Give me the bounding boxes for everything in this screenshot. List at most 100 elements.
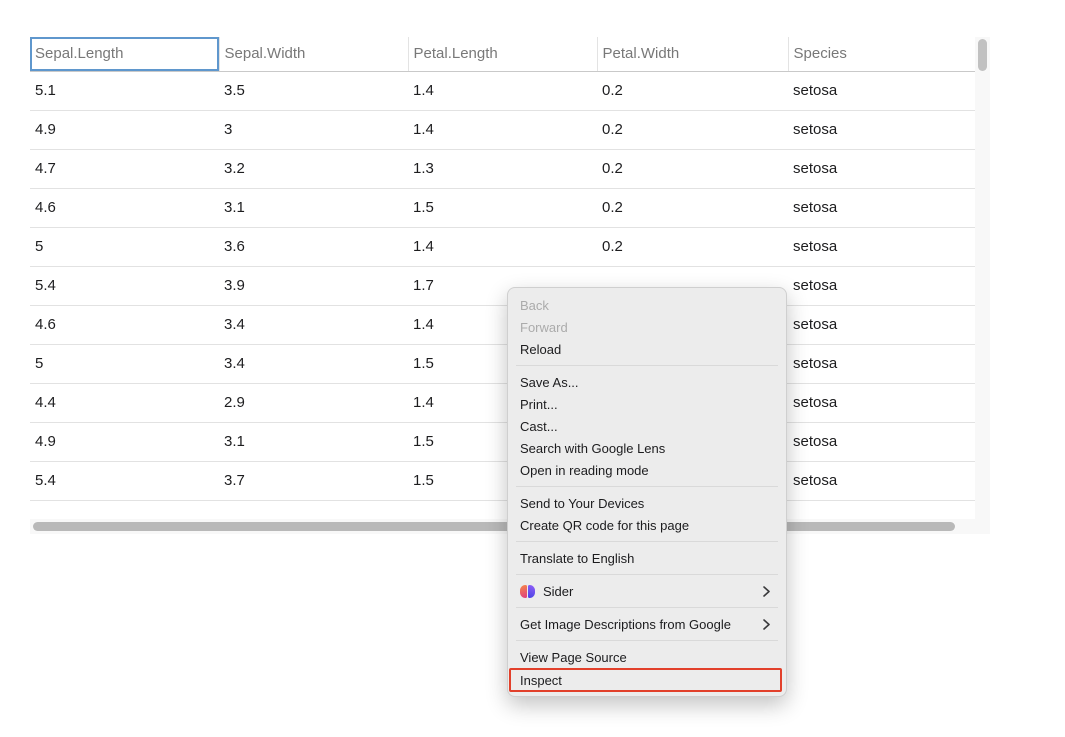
- table-cell: setosa: [788, 266, 975, 305]
- menu-item-print[interactable]: Print...: [508, 393, 786, 415]
- menu-item-label: Save As...: [520, 375, 579, 390]
- table-cell: 1.4: [408, 110, 597, 149]
- menu-item-label: Inspect: [520, 673, 562, 688]
- table-row[interactable]: 5.43.71.5setosa: [30, 461, 975, 500]
- menu-item-label: Cast...: [520, 419, 558, 434]
- menu-item-label: View Page Source: [520, 650, 627, 665]
- table-cell: 4.9: [30, 422, 219, 461]
- menu-item-label: Translate to English: [520, 551, 634, 566]
- menu-item-cast[interactable]: Cast...: [508, 415, 786, 437]
- table-cell: 0.2: [597, 71, 788, 110]
- menu-item-label: Get Image Descriptions from Google: [520, 617, 731, 632]
- menu-separator: [516, 607, 778, 608]
- menu-item-label: Create QR code for this page: [520, 518, 689, 533]
- menu-item-get-image-descriptions-from-google[interactable]: Get Image Descriptions from Google: [508, 613, 786, 635]
- column-header-sepal-width[interactable]: Sepal.Width: [219, 37, 408, 71]
- table-cell: setosa: [788, 71, 975, 110]
- table-cell: 1.5: [408, 188, 597, 227]
- table-row[interactable]: 4.73.21.30.2setosa: [30, 149, 975, 188]
- column-header-petal-width[interactable]: Petal.Width: [597, 37, 788, 71]
- table-cell: 3.5: [219, 71, 408, 110]
- table-cell: 4.6: [30, 305, 219, 344]
- menu-item-translate-to-english[interactable]: Translate to English: [508, 547, 786, 569]
- column-header-petal-length[interactable]: Petal.Length: [408, 37, 597, 71]
- table-cell: 5.4: [30, 461, 219, 500]
- table-cell: setosa: [788, 461, 975, 500]
- table-row[interactable]: 5.13.51.40.2setosa: [30, 71, 975, 110]
- table-cell: 4.4: [30, 383, 219, 422]
- menu-item-label: Search with Google Lens: [520, 441, 665, 456]
- table-cell: 5: [30, 227, 219, 266]
- table-cell: setosa: [788, 305, 975, 344]
- menu-separator: [516, 365, 778, 366]
- menu-item-label: Back: [520, 298, 549, 313]
- table-cell: 1.4: [408, 227, 597, 266]
- table-cell: setosa: [788, 149, 975, 188]
- menu-item-label: Open in reading mode: [520, 463, 649, 478]
- menu-item-create-qr-code-for-this-page[interactable]: Create QR code for this page: [508, 514, 786, 536]
- vertical-scrollbar-thumb[interactable]: [978, 39, 987, 71]
- menu-item-sider[interactable]: Sider: [508, 580, 786, 602]
- table-cell: 4.9: [30, 110, 219, 149]
- menu-item-save-as[interactable]: Save As...: [508, 371, 786, 393]
- table-cell: 5.1: [30, 71, 219, 110]
- menu-separator: [516, 574, 778, 575]
- table-cell: 3.2: [219, 149, 408, 188]
- vertical-scrollbar[interactable]: [975, 37, 990, 519]
- menu-item-forward: Forward: [508, 316, 786, 338]
- table-cell: 0.2: [597, 149, 788, 188]
- menu-item-label: Forward: [520, 320, 568, 335]
- table-cell: 3.9: [219, 266, 408, 305]
- table-row[interactable]: 5.43.91.7setosa: [30, 266, 975, 305]
- table-cell: 3.1: [219, 422, 408, 461]
- column-header-sepal-length[interactable]: Sepal.Length: [30, 37, 219, 71]
- table-cell: 5.4: [30, 266, 219, 305]
- table-cell: 4.7: [30, 149, 219, 188]
- chevron-right-icon: [763, 586, 774, 597]
- browser-context-menu: Back Forward Reload Save As... Print... Cast.…: [507, 287, 787, 697]
- menu-separator: [516, 640, 778, 641]
- table-cell: 0.2: [597, 227, 788, 266]
- menu-item-label: Reload: [520, 342, 561, 357]
- table-cell: 3.4: [219, 305, 408, 344]
- table-cell: 3.7: [219, 461, 408, 500]
- table-cell: 3: [219, 110, 408, 149]
- menu-separator: [516, 486, 778, 487]
- table-cell: setosa: [788, 383, 975, 422]
- table-cell: 0.2: [597, 110, 788, 149]
- table-row[interactable]: 53.41.5setosa: [30, 344, 975, 383]
- table-cell: setosa: [788, 422, 975, 461]
- table-row[interactable]: 4.93.11.5setosa: [30, 422, 975, 461]
- menu-item-reload[interactable]: Reload: [508, 338, 786, 360]
- menu-item-open-in-reading-mode[interactable]: Open in reading mode: [508, 459, 786, 481]
- menu-item-search-with-google-lens[interactable]: Search with Google Lens: [508, 437, 786, 459]
- table-cell: 1.4: [408, 71, 597, 110]
- table-row[interactable]: 4.63.11.50.2setosa: [30, 188, 975, 227]
- table-row[interactable]: 4.931.40.2setosa: [30, 110, 975, 149]
- table-cell: 1.3: [408, 149, 597, 188]
- menu-item-view-page-source[interactable]: View Page Source: [508, 646, 786, 668]
- horizontal-scrollbar-thumb[interactable]: [33, 522, 955, 531]
- sider-brain-icon: [520, 585, 535, 598]
- table-cell: 5: [30, 344, 219, 383]
- table-cell: 3.4: [219, 344, 408, 383]
- column-header-species[interactable]: Species: [788, 37, 975, 71]
- table-row[interactable]: 4.63.41.4setosa: [30, 305, 975, 344]
- table-cell: setosa: [788, 344, 975, 383]
- table-header-row: Sepal.LengthSepal.WidthPetal.LengthPetal…: [30, 37, 975, 71]
- table-cell: setosa: [788, 188, 975, 227]
- table-row[interactable]: 4.42.91.4setosa: [30, 383, 975, 422]
- menu-item-send-to-your-devices[interactable]: Send to Your Devices: [508, 492, 786, 514]
- menu-item-back: Back: [508, 294, 786, 316]
- table-row[interactable]: 53.61.40.2setosa: [30, 227, 975, 266]
- data-table: Sepal.LengthSepal.WidthPetal.LengthPetal…: [30, 37, 976, 501]
- table-cell: 3.1: [219, 188, 408, 227]
- table-cell: 4.6: [30, 188, 219, 227]
- menu-item-label: Print...: [520, 397, 558, 412]
- menu-separator: [516, 541, 778, 542]
- menu-item-label: Sider: [543, 584, 573, 599]
- table-cell: setosa: [788, 110, 975, 149]
- menu-item-inspect[interactable]: Inspect: [509, 668, 782, 692]
- table-cell: 2.9: [219, 383, 408, 422]
- menu-item-label: Send to Your Devices: [520, 496, 644, 511]
